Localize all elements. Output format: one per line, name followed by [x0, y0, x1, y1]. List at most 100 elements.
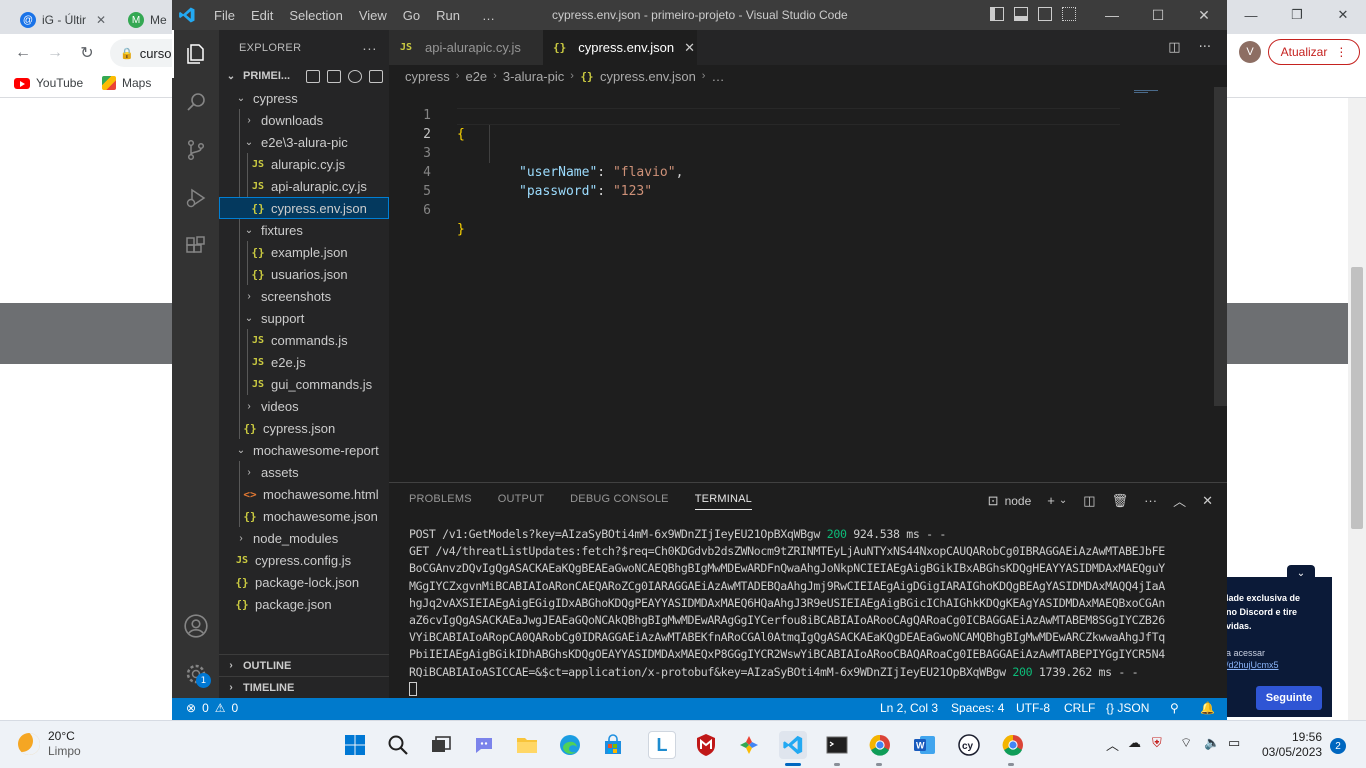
tree-file-mochawesome-json[interactable]: {} mochawesome.json: [219, 505, 389, 527]
forward-arrow-icon[interactable]: →: [44, 42, 66, 64]
tree-file-cypress-config[interactable]: JS cypress.config.js: [219, 549, 389, 571]
cypress-icon[interactable]: cy: [955, 731, 983, 759]
tree-folder-videos[interactable]: › videos: [219, 395, 389, 417]
security-alert-icon[interactable]: ⛨: [1152, 735, 1162, 751]
bell-icon[interactable]: 🔔: [1200, 701, 1215, 715]
update-button[interactable]: Atualizar ⋮: [1268, 39, 1360, 65]
profile-avatar[interactable]: V: [1239, 41, 1261, 63]
code-editor[interactable]: 1 { 2 3 "userName": "flavio", 4 "passwor…: [389, 87, 1227, 482]
chrome-minimize-icon[interactable]: —: [1228, 0, 1274, 30]
breadcrumb-item[interactable]: cypress.env.json: [600, 69, 696, 84]
tab-problems[interactable]: PROBLEMS: [409, 493, 472, 510]
tree-file-package-lock[interactable]: {} package-lock.json: [219, 571, 389, 593]
chrome-tab-ig[interactable]: @ iG - Últir ✕: [12, 6, 114, 34]
menu-run[interactable]: Run: [428, 8, 468, 23]
tree-folder-screenshots[interactable]: › screenshots: [219, 285, 389, 307]
tab-debug-console[interactable]: DEBUG CONSOLE: [570, 493, 669, 510]
word-icon[interactable]: W: [911, 731, 939, 759]
source-control-icon[interactable]: [172, 126, 219, 174]
chevron-up-icon[interactable]: ︿: [1106, 735, 1119, 754]
run-and-debug-icon[interactable]: [172, 174, 219, 222]
search-icon[interactable]: [172, 78, 219, 126]
outline-section[interactable]: › OUTLINE: [219, 654, 389, 676]
maximize-panel-icon[interactable]: ︿: [1173, 491, 1186, 510]
start-windows-icon[interactable]: [341, 731, 369, 759]
tree-file-cypress-json[interactable]: {} cypress.json: [219, 417, 389, 439]
close-panel-icon[interactable]: ✕: [1202, 493, 1213, 509]
tree-file-gui-commands[interactable]: JS gui_commands.js: [219, 373, 389, 395]
breadcrumb-item[interactable]: 3-alura-pic: [503, 69, 564, 84]
toggle-panel-icon[interactable]: [1014, 7, 1028, 21]
split-terminal-icon[interactable]: ◫: [1083, 493, 1095, 509]
chevron-down-icon[interactable]: ⌄: [1059, 495, 1067, 506]
tree-folder-assets[interactable]: › assets: [219, 461, 389, 483]
toggle-primary-sidebar-icon[interactable]: [990, 7, 1004, 21]
tree-file-mochawesome-html[interactable]: <> mochawesome.html: [219, 483, 389, 505]
tab-api-alurapic[interactable]: JS api-alurapic.cy.js: [389, 30, 543, 65]
toggle-secondary-sidebar-icon[interactable]: [1038, 7, 1052, 21]
encoding-status[interactable]: UTF-8: [1016, 701, 1050, 715]
tree-file-usuarios[interactable]: {} usuarios.json: [219, 263, 389, 285]
l-app-icon[interactable]: L: [648, 731, 676, 759]
project-root[interactable]: ⌄ PRIMEI...: [219, 65, 389, 87]
chrome-tab-me[interactable]: M Me: [120, 6, 175, 34]
split-editor-icon[interactable]: ◫: [1168, 40, 1180, 55]
breadcrumb-item[interactable]: …: [711, 69, 724, 84]
extensions-icon[interactable]: [172, 222, 219, 270]
tree-file-alurapic[interactable]: JS alurapic.cy.js: [219, 153, 389, 175]
bookmark-maps[interactable]: Maps: [102, 76, 151, 90]
customize-layout-icon[interactable]: [1062, 7, 1076, 21]
colorful-app-icon[interactable]: [735, 731, 763, 759]
terminal-shell-label[interactable]: node: [1005, 494, 1032, 508]
discord-card-link[interactable]: /d2hujUcmx5: [1226, 660, 1324, 670]
minimap[interactable]: [1134, 90, 1158, 96]
search-icon[interactable]: [384, 731, 412, 759]
cursor-position[interactable]: Ln 2, Col 3: [880, 701, 938, 715]
tree-folder-support[interactable]: ⌄ support: [219, 307, 389, 329]
tree-file-commands[interactable]: JS commands.js: [219, 329, 389, 351]
terminal-prompt[interactable]: [409, 681, 1209, 698]
language-mode[interactable]: {} JSON: [1106, 701, 1149, 715]
new-folder-icon[interactable]: [327, 69, 341, 83]
wifi-icon[interactable]: ⌔: [1180, 735, 1192, 751]
tree-folder-mochawesome-report[interactable]: ⌄ mochawesome-report: [219, 439, 389, 461]
tree-folder-cypress[interactable]: ⌄ cypress: [219, 87, 389, 109]
tree-file-api-alurapic[interactable]: JS api-alurapic.cy.js: [219, 175, 389, 197]
editor-scrollbar[interactable]: [1214, 87, 1227, 406]
close-icon[interactable]: ✕: [96, 13, 106, 27]
mcafee-icon[interactable]: [692, 731, 720, 759]
weather-widget[interactable]: 20°C Limpo: [18, 729, 81, 759]
task-view-icon[interactable]: [427, 731, 455, 759]
tree-folder-e2e[interactable]: ⌄ e2e\3-alura-pic: [219, 131, 389, 153]
tree-file-e2e[interactable]: JS e2e.js: [219, 351, 389, 373]
page-scrollbar-thumb[interactable]: [1351, 267, 1363, 529]
explorer-more-icon[interactable]: ···: [362, 40, 377, 56]
feedback-icon[interactable]: ⚲: [1170, 701, 1179, 715]
tab-output[interactable]: OUTPUT: [498, 493, 544, 510]
teams-chat-icon[interactable]: [470, 731, 498, 759]
chrome-restore-icon[interactable]: ❐: [1274, 0, 1320, 30]
accounts-icon[interactable]: [172, 602, 219, 650]
problems-status[interactable]: ⊗ 0 ⚠ 0: [186, 701, 238, 715]
timeline-section[interactable]: › TIMELINE: [219, 676, 389, 698]
tree-folder-downloads[interactable]: › downloads: [219, 109, 389, 131]
store-icon[interactable]: [599, 731, 627, 759]
tree-file-example[interactable]: {} example.json: [219, 241, 389, 263]
tab-terminal[interactable]: TERMINAL: [694, 493, 752, 510]
new-file-icon[interactable]: [306, 69, 320, 83]
system-clock[interactable]: 19:56 03/05/2023: [1262, 730, 1322, 760]
menu-selection[interactable]: Selection: [281, 8, 350, 23]
more-actions-icon[interactable]: ···: [1199, 40, 1211, 55]
refresh-icon[interactable]: [348, 69, 362, 83]
discord-next-button[interactable]: Seguinte: [1256, 686, 1322, 710]
tree-file-cypress-env[interactable]: {} cypress.env.json: [219, 197, 389, 219]
terminal-icon[interactable]: [823, 731, 851, 759]
chrome-icon[interactable]: [866, 731, 894, 759]
close-icon[interactable]: ✕: [684, 40, 695, 56]
explorer-files-icon[interactable]: [172, 30, 219, 78]
tree-folder-node-modules[interactable]: › node_modules: [219, 527, 389, 549]
chrome-alt-icon[interactable]: [999, 731, 1027, 759]
menu-edit[interactable]: Edit: [243, 8, 281, 23]
minimize-icon[interactable]: —: [1089, 0, 1135, 30]
battery-icon[interactable]: ▭: [1228, 735, 1240, 751]
